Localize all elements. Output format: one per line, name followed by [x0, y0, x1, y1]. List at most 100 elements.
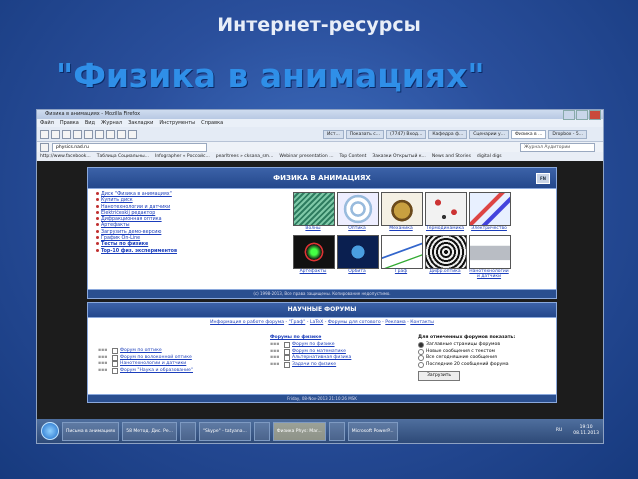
taskbar-item[interactable]: Письма в анимациях [62, 421, 120, 441]
taskbar-item[interactable]: Microsoft PowerP... [347, 421, 398, 441]
load-button[interactable]: Загрузить [418, 371, 460, 381]
tile-optics[interactable]: Оптика [337, 192, 379, 232]
site-logo[interactable]: FN [536, 173, 550, 184]
tile-electricity[interactable]: Электричество [469, 192, 511, 232]
bookmark-item[interactable]: Таблица Социальны... [97, 152, 149, 161]
addon-icon[interactable] [117, 129, 126, 139]
bullet-icon [96, 242, 99, 246]
tile-orbit[interactable]: Орбита [337, 235, 379, 279]
tab[interactable]: Кафедра ф... [428, 129, 468, 139]
search-input[interactable]: Журнал Аудитории [520, 142, 595, 152]
forum-nav-link[interactable]: LaTeX [310, 320, 323, 325]
bookmark-item[interactable]: Заказки Открытый к... [372, 152, 425, 161]
mechanics-thumbnail [381, 192, 423, 226]
bookmark-item[interactable]: News and Stories [432, 152, 471, 161]
tab-active[interactable]: Физика в ... [510, 129, 547, 139]
start-button[interactable] [41, 422, 59, 440]
forum-checkbox[interactable] [284, 355, 290, 362]
url-input[interactable]: physics.nad.ru [52, 142, 207, 152]
taskbar-item[interactable] [253, 421, 270, 441]
option-radio[interactable] [418, 355, 424, 362]
addon-icon[interactable] [128, 129, 137, 139]
forum-nav-link[interactable]: Контакты [410, 320, 434, 325]
clock[interactable]: 19:10 08.11.2013 [573, 425, 599, 437]
forum-checkbox[interactable] [112, 348, 118, 355]
menu-history[interactable]: Журнал [101, 119, 122, 127]
bookmark-item[interactable]: http://www.facebook... [40, 152, 91, 161]
tile-mechanics[interactable]: Механика [381, 192, 423, 232]
forum-checkbox[interactable] [284, 348, 290, 355]
tab[interactable]: Сценарии у... [469, 129, 509, 139]
menu-edit[interactable]: Правка [60, 119, 79, 127]
tab[interactable]: Dropbox - 5... [548, 129, 587, 139]
forum-nav-link[interactable]: Информация о работе форума [210, 320, 284, 325]
addon-icon[interactable] [84, 129, 93, 139]
forum-body: Информация о работе форума - "Граф" - La… [87, 318, 557, 395]
menu-file[interactable]: Файл [40, 119, 54, 127]
minimize-icon[interactable] [563, 110, 575, 120]
tile-nanotech[interactable]: Нанотехнологии и датчики [469, 235, 511, 279]
thermodynamics-thumbnail [425, 192, 467, 226]
forum-nav-link[interactable]: Реклама [385, 320, 405, 325]
forum-checkbox[interactable] [112, 361, 118, 368]
forum-column-title[interactable]: Форумы по физике [270, 335, 351, 340]
forum-nav-link[interactable]: Форумы для сотового [328, 320, 381, 325]
menu-help[interactable]: Справка [201, 119, 223, 127]
tile-waves[interactable]: Волны [293, 192, 335, 232]
forum-checkbox[interactable] [112, 354, 118, 361]
bookmark-item[interactable]: digital digs [477, 152, 502, 161]
window-controls [563, 110, 601, 120]
tab[interactable]: Ист... [323, 129, 344, 139]
tile-thermodynamics[interactable]: Термодинамика [425, 192, 467, 232]
system-tray: RU [556, 428, 562, 434]
bullet-icon [96, 236, 99, 240]
taskbar-item-active[interactable]: Физика Phys: Mar... [272, 421, 326, 441]
tile-diffraction-optics[interactable]: Дифр.оптика [425, 235, 467, 279]
taskbar: Письма в анимациях 58 Метод. Дис. Ре... … [37, 419, 603, 443]
bullet-icon [96, 217, 99, 221]
bookmark-item[interactable]: Infographer « Россойс... [155, 152, 210, 161]
taskbar-item[interactable] [328, 421, 345, 441]
site-link[interactable]: Top-10 физ. экспериментов [96, 248, 177, 255]
option-radio[interactable] [418, 342, 424, 349]
option-radio[interactable] [418, 348, 424, 355]
bookmark-item[interactable]: Top Content [340, 152, 367, 161]
language-indicator[interactable]: RU [556, 428, 562, 433]
taskbar-item[interactable]: 58 Метод. Дис. Ре... [122, 421, 177, 441]
window-titlebar: Физика в анимациях - Mozilla Firefox [37, 110, 603, 120]
menu-view[interactable]: Вид [85, 119, 95, 127]
forward-icon[interactable] [51, 129, 60, 139]
window-title: Физика в анимациях - Mozilla Firefox [45, 111, 141, 117]
tab-strip: Ист... Показать с... (7747) Вход... Кафе… [323, 129, 603, 139]
home-icon[interactable] [73, 129, 82, 139]
reload-icon[interactable] [62, 129, 71, 139]
taskbar-item[interactable]: "Skype" - tatyana... [198, 421, 251, 441]
slide-heading: "Физика в анимациях" [56, 56, 485, 95]
maximize-icon[interactable] [576, 110, 588, 120]
addon-icon[interactable] [95, 129, 104, 139]
forum-checkbox[interactable] [112, 367, 118, 374]
tile-graph[interactable]: Граф [381, 235, 423, 279]
tab[interactable]: (7747) Вход... [386, 129, 427, 139]
forum-nav-link[interactable]: "Граф" [289, 320, 306, 325]
addon-icon[interactable] [106, 129, 115, 139]
bullet-icon [96, 192, 99, 195]
tab[interactable]: Показать с... [345, 129, 385, 139]
orbit-thumbnail [337, 235, 379, 269]
bullet-icon [96, 229, 99, 233]
site-title: ФИЗИКА В АНИМАЦИЯХ [273, 174, 371, 182]
forum-column-1: ▪▪▪ Форум по оптике ▪▪▪ Форум по волоконно… [98, 348, 193, 374]
tile-artifacts[interactable]: Артефакты [293, 235, 335, 279]
close-icon[interactable] [589, 110, 601, 120]
forum-checkbox[interactable] [284, 361, 290, 368]
forum-checkbox[interactable] [284, 342, 290, 349]
back-icon[interactable] [40, 129, 49, 139]
option-radio[interactable] [418, 361, 424, 368]
taskbar-item[interactable] [179, 421, 196, 441]
option-row: Последние 20 сообщений форума [418, 362, 515, 369]
bookmark-item[interactable]: pearltrees » cksana_sm... [216, 152, 274, 161]
bullet-icon [96, 210, 99, 214]
menu-bookmarks[interactable]: Закладки [128, 119, 153, 127]
menu-tools[interactable]: Инструменты [159, 119, 195, 127]
bookmark-item[interactable]: Webinar presentation ... [279, 152, 333, 161]
